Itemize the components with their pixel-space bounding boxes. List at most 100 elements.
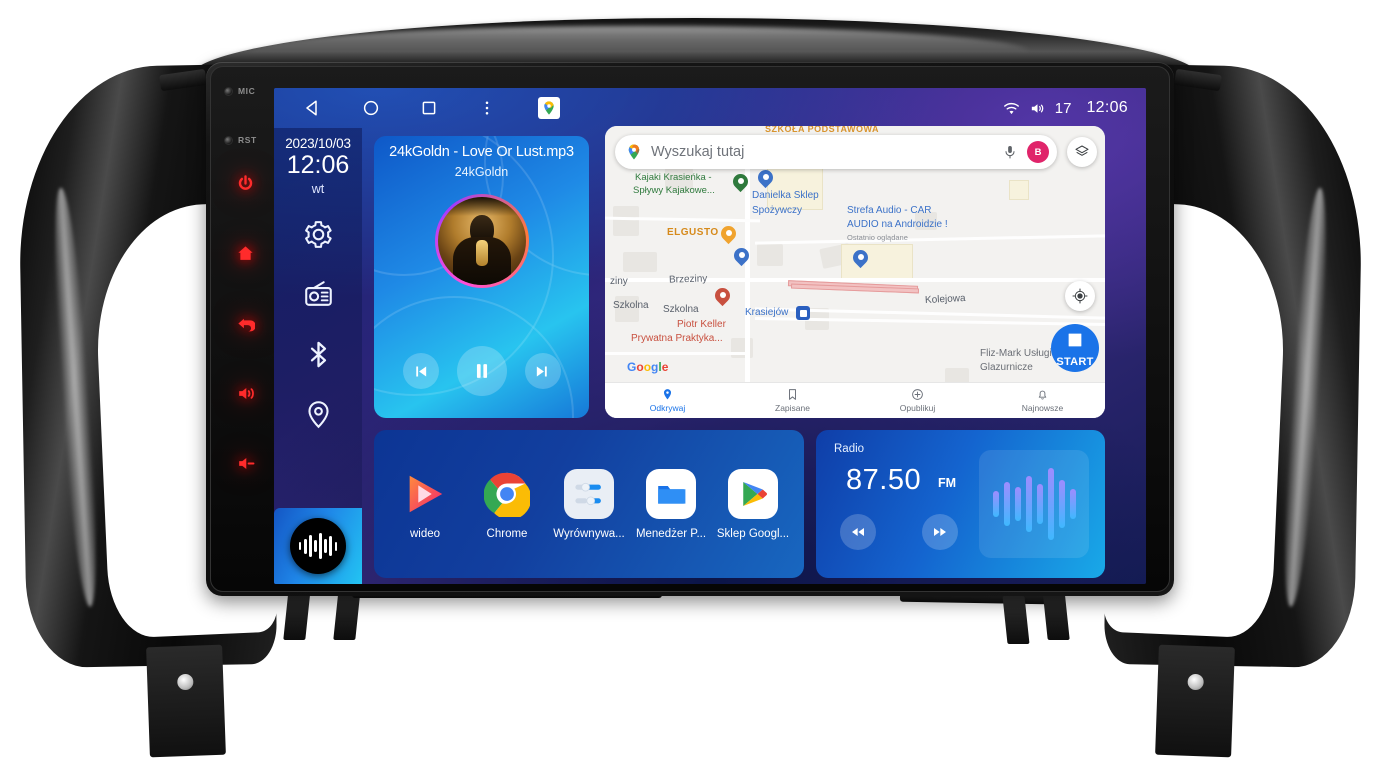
skip-previous-icon (416, 366, 427, 376)
volume-down-icon (238, 457, 254, 469)
map-tab-label: Najnowsze (1021, 403, 1064, 413)
recents-square-icon (422, 101, 436, 115)
radio-title: Radio (834, 443, 865, 455)
microphone-icon (1005, 146, 1015, 159)
album-art-figure-chain (475, 240, 488, 267)
power-icon (238, 174, 252, 190)
album-art-image (437, 197, 526, 285)
bookmark-icon (789, 389, 796, 400)
music-artist: 24kGoldn (454, 165, 509, 179)
app-wideo[interactable]: wideo (386, 469, 464, 540)
map-tab-odkrywaj[interactable]: Odkrywaj (605, 388, 730, 413)
reset-key[interactable]: RST (216, 129, 272, 151)
app-chrome[interactable]: Chrome (468, 469, 546, 540)
map-street-szkolna-2: Szkolna (663, 304, 699, 315)
voice-assistant-panel (274, 508, 362, 584)
app-label: Wyrównywa... (553, 527, 625, 540)
map-poi-strefa-line2: AUDIO na Androidzie ! (847, 219, 948, 230)
map-start-navigation-button[interactable]: START (1051, 324, 1099, 372)
map-pin-strefa-audio[interactable] (849, 246, 872, 270)
map-tab-najnowsze[interactable]: Najnowsze (980, 388, 1105, 413)
dock-item-settings[interactable] (301, 218, 335, 252)
volume-up-key[interactable] (232, 380, 258, 406)
mic-hole-icon (224, 86, 233, 96)
video-player-icon (400, 469, 450, 519)
nav-more-button[interactable] (476, 97, 498, 119)
map-station-marker[interactable] (796, 306, 810, 320)
app-label: Sklep Googl... (716, 527, 790, 540)
map-canvas[interactable]: SZKOŁA PODSTAWOWA Kajaki Krasieńka - Spł… (605, 126, 1105, 418)
map-poi-flizmark-line2: Glazurnicze (980, 362, 1033, 373)
map-voice-search-button[interactable] (999, 141, 1021, 163)
fascia-right-highlight (1277, 186, 1334, 608)
music-next-button[interactable] (524, 353, 561, 389)
map-pin-elgusto[interactable] (717, 222, 740, 246)
nav-maps-shortcut[interactable] (538, 97, 560, 119)
speaker-icon (1031, 103, 1044, 113)
google-maps-widget[interactable]: SZKOŁA PODSTAWOWA Kajaki Krasieńka - Spł… (605, 126, 1105, 418)
google-maps-icon (628, 144, 640, 160)
map-layers-button[interactable] (1067, 137, 1097, 167)
music-track-title: 24kGoldn - Love Or Lust.mp3 (389, 144, 574, 160)
home-key[interactable] (232, 240, 258, 266)
album-art (434, 194, 529, 288)
app-equalizer[interactable]: Wyrównywa... (550, 468, 628, 540)
map-pin-blue-a[interactable] (754, 166, 777, 190)
map-tab-opublikuj[interactable]: Opublikuj (855, 388, 980, 413)
map-tab-label: Opublikuj (899, 403, 936, 413)
wifi-icon (1003, 102, 1019, 114)
volume-level: 17 (1054, 99, 1072, 117)
volume-down-key[interactable] (232, 450, 258, 476)
plus-circle-icon (912, 389, 923, 400)
back-arrow-icon (237, 318, 255, 331)
play-store-icon (728, 468, 778, 519)
reset-hole-icon (224, 135, 233, 145)
map-search-bar[interactable]: Wyszukaj tutaj B (615, 135, 1057, 169)
map-poi-strefa-sub: Ostatnio oglądane (847, 233, 908, 242)
map-bottom-nav: Odkrywaj Zapisane Opublikuj Najnowsze (605, 382, 1105, 418)
nav-home-button[interactable] (360, 97, 382, 119)
power-key[interactable] (232, 170, 258, 196)
radio-widget[interactable]: Radio 87.50 FM (816, 430, 1105, 578)
location-pin-icon (307, 401, 329, 429)
dock-weekday: wt (311, 181, 325, 196)
android-status-bar: 17 12:06 (274, 88, 1146, 128)
dock-icon-list (301, 218, 335, 432)
map-street-szkolna-1: Szkolna (613, 300, 649, 311)
back-key[interactable] (232, 310, 258, 336)
music-pause-button[interactable] (456, 346, 507, 396)
dock-time: 12:06 (286, 151, 350, 179)
file-manager-icon (646, 468, 696, 519)
dock-item-radio[interactable] (301, 278, 335, 312)
left-dock: 2023/10/03 12:06 wt (274, 128, 362, 584)
bluetooth-icon (310, 341, 326, 368)
nav-recents-button[interactable] (418, 97, 440, 119)
nav-back-button[interactable] (302, 97, 324, 119)
map-my-location-button[interactable] (1065, 281, 1095, 311)
radio-frequency: 87.50 (846, 464, 922, 496)
map-tab-zapisane[interactable]: Zapisane (730, 388, 855, 413)
google-maps-icon (544, 101, 554, 115)
app-file-manager[interactable]: Menedżer P... (632, 468, 710, 540)
fascia-left-highlight (47, 186, 104, 608)
map-pin-blue-b[interactable] (730, 244, 753, 268)
music-previous-button[interactable] (402, 353, 439, 389)
album-art-top-shade (437, 197, 526, 217)
mic-key[interactable]: MIC (216, 80, 272, 102)
radio-prev-button[interactable] (840, 514, 876, 550)
pause-icon (476, 364, 487, 378)
map-pin-kajaki[interactable] (729, 170, 752, 194)
dock-item-navigation[interactable] (301, 398, 335, 432)
chrome-icon (482, 469, 532, 519)
app-play-store[interactable]: Sklep Googl... (714, 468, 792, 540)
music-widget[interactable]: 24kGoldn - Love Or Lust.mp3 24kGoldn (374, 136, 589, 418)
map-poi-flizmark-line1: Fliz-Mark Usługi (980, 348, 1052, 359)
map-pin-piotr-keller[interactable] (711, 284, 734, 308)
radio-next-button[interactable] (922, 514, 958, 550)
physical-key-strip: MIC RST (216, 72, 272, 586)
voice-assistant-button[interactable] (290, 518, 346, 574)
map-account-avatar[interactable]: B (1027, 141, 1049, 163)
radio-icon (304, 281, 332, 306)
dock-item-bluetooth[interactable] (301, 338, 335, 372)
head-unit-screen[interactable]: 17 12:06 2023/10/03 12:06 wt 24kGoldn - … (274, 88, 1146, 584)
